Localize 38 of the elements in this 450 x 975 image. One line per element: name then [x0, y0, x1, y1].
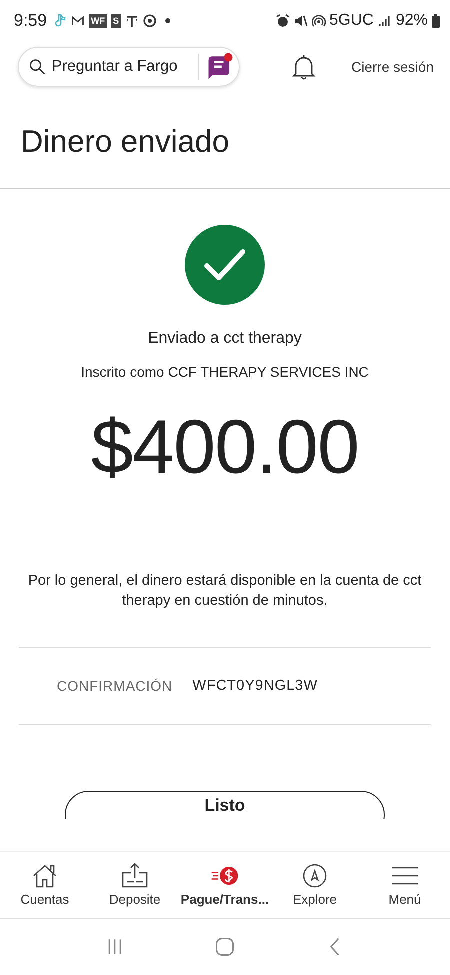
network-type: 5GUC	[330, 12, 374, 30]
carrier-icon	[125, 14, 140, 28]
battery-percent: 92%	[396, 12, 428, 30]
availability-note: Por lo general, el dinero estará disponible en la cuenta de cct therapy en cuestión de minutos.	[27, 572, 423, 611]
nav-tab[interactable]: Menú	[361, 863, 449, 907]
alarm-icon	[276, 14, 290, 28]
enrolled-name-text: Inscrito como CCF THERAPY SERVICES INC	[81, 364, 369, 380]
confirmation-label: CONFIRMACIÓN	[57, 678, 173, 694]
dot-icon	[165, 18, 172, 24]
nav-tab[interactable]: Explore	[271, 863, 359, 907]
app-badge: WF	[89, 14, 108, 28]
search-bar[interactable]: Preguntar a Fargo	[18, 47, 240, 87]
mail-icon	[71, 14, 86, 28]
search-field[interactable]: Preguntar a Fargo	[52, 58, 192, 76]
search-icon	[29, 58, 46, 76]
deposit-icon	[121, 863, 149, 889]
recipient-text: Enviado a cct therapy	[148, 330, 302, 348]
bell-icon[interactable]	[292, 54, 316, 80]
music-note-icon	[53, 14, 68, 28]
status-time: 9:59	[14, 11, 48, 31]
confirmation-code: WFCT0Y9NGL3W	[192, 678, 318, 694]
amount-text: $400.00	[91, 404, 359, 491]
nav-tab[interactable]: Pague/Trans...	[181, 863, 269, 907]
signal-icon	[378, 14, 392, 28]
app-badge: S	[111, 14, 122, 28]
done-button[interactable]: Listo	[65, 791, 385, 819]
home-icon	[31, 863, 59, 889]
page-title: Dinero enviado	[0, 92, 450, 189]
logout-link[interactable]: Cierre sesión	[352, 59, 434, 75]
compass-icon	[301, 863, 329, 889]
mute-icon	[294, 14, 308, 28]
browser-icon	[143, 14, 158, 28]
hotspot-icon	[312, 14, 326, 28]
battery-icon	[432, 14, 440, 28]
nav-tab[interactable]: Deposite	[91, 863, 179, 907]
success-check-icon	[185, 225, 265, 305]
nav-tab[interactable]: Cuentas	[1, 863, 89, 907]
home-button-icon[interactable]	[214, 936, 236, 958]
